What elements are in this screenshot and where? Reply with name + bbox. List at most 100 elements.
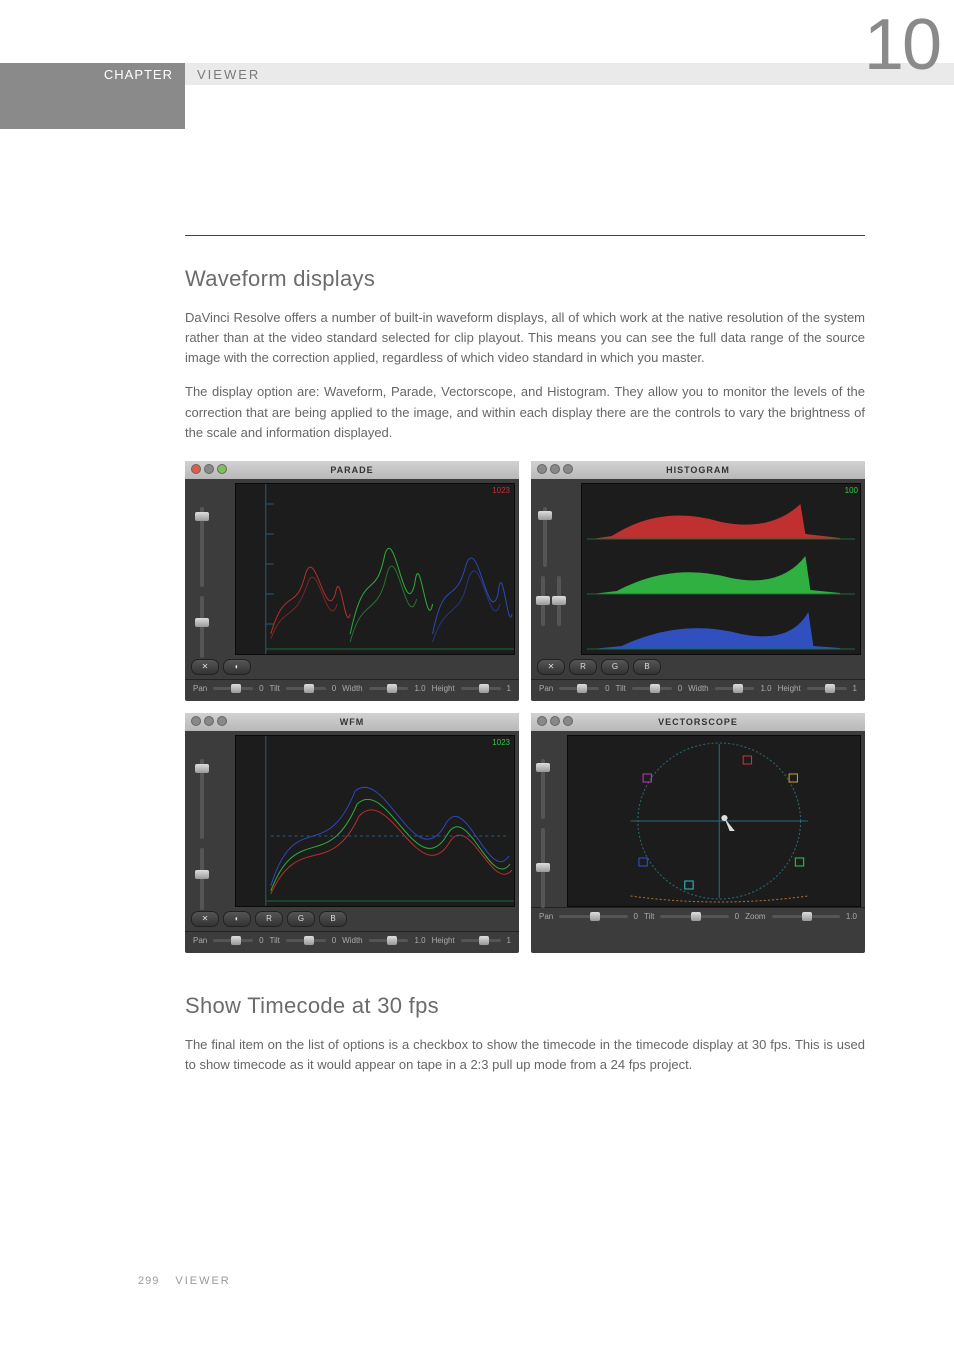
ruler-max: 1023 bbox=[492, 486, 510, 495]
brightness-slider[interactable] bbox=[200, 507, 204, 587]
width-slider[interactable] bbox=[369, 939, 409, 942]
close-icon[interactable] bbox=[191, 716, 201, 726]
scope-title-text: PARADE bbox=[330, 465, 373, 475]
tilt-slider[interactable] bbox=[286, 687, 326, 690]
scope-titlebar: HISTOGRAM bbox=[531, 461, 865, 479]
zoom-icon[interactable] bbox=[217, 464, 227, 474]
pan-slider[interactable] bbox=[213, 687, 253, 690]
channel-b[interactable]: B bbox=[319, 911, 347, 927]
wfm-plot: 1023 bbox=[235, 735, 515, 907]
zoom-icon[interactable] bbox=[563, 464, 573, 474]
scope-controls-left bbox=[185, 501, 235, 671]
channel-r[interactable]: R bbox=[255, 911, 283, 927]
page-footer: 299 VIEWER bbox=[138, 1275, 231, 1287]
height-value: 1 bbox=[507, 936, 511, 945]
minimize-icon[interactable] bbox=[550, 464, 560, 474]
height-slider[interactable] bbox=[461, 687, 501, 690]
scope-title-text: HISTOGRAM bbox=[666, 465, 730, 475]
close-icon[interactable] bbox=[537, 716, 547, 726]
channel-g[interactable]: G bbox=[601, 659, 629, 675]
wfm-scope: WFM 1023 bbox=[185, 713, 519, 953]
brightness-slider[interactable] bbox=[541, 759, 545, 819]
zoom-icon[interactable] bbox=[217, 716, 227, 726]
ruler-max: 1023 bbox=[492, 738, 510, 747]
pan-value: 0 bbox=[605, 684, 609, 693]
close-icon[interactable] bbox=[537, 464, 547, 474]
scope-titlebar: WFM bbox=[185, 713, 519, 731]
vectorscope-graphic bbox=[568, 736, 860, 906]
width-label: Width bbox=[342, 684, 362, 693]
scale-slider[interactable] bbox=[200, 596, 204, 658]
tilt-label: Tilt bbox=[270, 684, 280, 693]
scope-title-text: VECTORSCOPE bbox=[658, 717, 738, 727]
zoom-slider[interactable] bbox=[772, 915, 840, 918]
tilt-label: Tilt bbox=[616, 684, 626, 693]
scope-titlebar: VECTORSCOPE bbox=[531, 713, 865, 731]
divider bbox=[185, 235, 865, 236]
minimize-icon[interactable] bbox=[204, 716, 214, 726]
height-slider[interactable] bbox=[461, 939, 501, 942]
height-value: 1 bbox=[853, 684, 857, 693]
pan-label: Pan bbox=[539, 684, 553, 693]
tilt-value: 0 bbox=[735, 912, 739, 921]
scale-slider[interactable] bbox=[541, 828, 545, 908]
width-slider[interactable] bbox=[715, 687, 755, 690]
window-controls[interactable] bbox=[537, 464, 573, 474]
scale-slider[interactable] bbox=[200, 848, 204, 910]
histogram-scope: HISTOGRAM 100 bbox=[531, 461, 865, 701]
pan-slider[interactable] bbox=[559, 915, 627, 918]
brightness-slider[interactable] bbox=[200, 759, 204, 839]
vectorscope-plot bbox=[567, 735, 861, 907]
close-icon[interactable] bbox=[191, 464, 201, 474]
scope-controls-left bbox=[531, 753, 567, 923]
height-label: Height bbox=[432, 684, 455, 693]
parade-waveform-graphic bbox=[236, 484, 514, 654]
tilt-value: 0 bbox=[678, 684, 682, 693]
histogram-plot: 100 bbox=[581, 483, 861, 655]
chapter-label: CHAPTER bbox=[104, 67, 173, 82]
width-slider[interactable] bbox=[369, 687, 409, 690]
scope-titlebar: PARADE bbox=[185, 461, 519, 479]
chapter-number: 10 bbox=[864, 9, 940, 81]
brightness-slider[interactable] bbox=[543, 507, 547, 567]
tilt-slider[interactable] bbox=[632, 687, 672, 690]
body-text: DaVinci Resolve offers a number of built… bbox=[185, 308, 865, 368]
page-header: CHAPTER VIEWER bbox=[0, 63, 954, 129]
height-label: Height bbox=[778, 684, 801, 693]
channel-g[interactable]: G bbox=[287, 911, 315, 927]
zoom-icon[interactable] bbox=[563, 716, 573, 726]
channel-b[interactable]: B bbox=[633, 659, 661, 675]
pan-slider[interactable] bbox=[213, 939, 253, 942]
tilt-slider[interactable] bbox=[660, 915, 728, 918]
minimize-icon[interactable] bbox=[550, 716, 560, 726]
scale-slider[interactable] bbox=[541, 576, 545, 626]
height-slider[interactable] bbox=[807, 687, 847, 690]
page-number: 299 bbox=[138, 1275, 159, 1287]
tilt-label: Tilt bbox=[270, 936, 280, 945]
tilt-slider[interactable] bbox=[286, 939, 326, 942]
minimize-icon[interactable] bbox=[204, 464, 214, 474]
pan-slider[interactable] bbox=[559, 687, 599, 690]
chapter-block: CHAPTER bbox=[0, 63, 185, 129]
body-text: The final item on the list of options is… bbox=[185, 1035, 865, 1075]
width-value: 1.0 bbox=[414, 684, 425, 693]
window-controls[interactable] bbox=[191, 716, 227, 726]
width-label: Width bbox=[342, 936, 362, 945]
window-controls[interactable] bbox=[537, 716, 573, 726]
window-controls[interactable] bbox=[191, 464, 227, 474]
parade-scope: PARADE 1023 bbox=[185, 461, 519, 701]
width-value: 1.0 bbox=[760, 684, 771, 693]
footer-label: VIEWER bbox=[175, 1275, 230, 1287]
scale-slider-2[interactable] bbox=[557, 576, 561, 626]
tilt-value: 0 bbox=[332, 684, 336, 693]
header-title-text: VIEWER bbox=[197, 67, 260, 82]
header-title: VIEWER bbox=[185, 63, 954, 85]
zoom-value: 1.0 bbox=[846, 912, 857, 921]
pan-value: 0 bbox=[259, 936, 263, 945]
pan-label: Pan bbox=[193, 684, 207, 693]
scope-footer: Pan 0 Tilt 0 Zoom 1.0 bbox=[531, 907, 865, 929]
width-value: 1.0 bbox=[414, 936, 425, 945]
vectorscope-scope: VECTORSCOPE bbox=[531, 713, 865, 953]
wfm-graphic bbox=[236, 736, 514, 906]
parade-plot: 1023 bbox=[235, 483, 515, 655]
